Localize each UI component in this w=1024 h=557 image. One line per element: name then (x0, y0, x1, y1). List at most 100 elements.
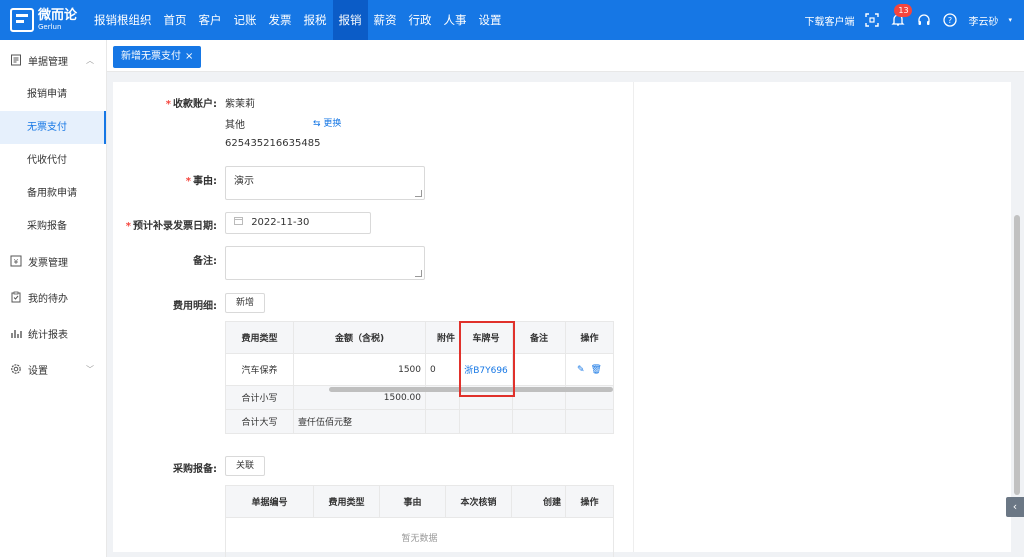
note-label: 备注: (193, 256, 217, 267)
svg-text:¥: ¥ (14, 258, 19, 266)
vertical-scrollbar[interactable] (1014, 215, 1020, 495)
col-header: 费用类型 (225, 321, 294, 354)
nav-invoice[interactable]: 发票 (263, 0, 298, 40)
sidebar-item-purchase-report[interactable]: 采购报备 (0, 210, 106, 243)
cell-amount[interactable]: 1500 (293, 353, 426, 386)
account-name: 紫茉莉 (225, 99, 255, 110)
sidebar-group-todo[interactable]: 我的待办 (0, 279, 106, 315)
swap-icon: ⇆ (313, 119, 324, 129)
fullscreen-icon[interactable] (864, 12, 880, 28)
cell-expense-type[interactable]: 汽车保养 (225, 353, 294, 386)
nav-admin[interactable]: 行政 (403, 0, 438, 40)
headset-icon[interactable] (916, 12, 932, 28)
yen-icon: ¥ (10, 255, 22, 267)
cell-attachment[interactable]: 0 (425, 353, 460, 386)
sidebar-group-invoice[interactable]: ¥ 发票管理 (0, 243, 106, 279)
col-header: 创建 (511, 485, 566, 518)
chevron-left-icon[interactable]: ‹ (1006, 497, 1024, 517)
sidebar-item-reserve-apply[interactable]: 备用款申请 (0, 177, 106, 210)
sidebar-group-settings[interactable]: 设置 ﹀ (0, 351, 106, 387)
col-header: 金额（含税) (293, 321, 426, 354)
download-client-link[interactable]: 下载客户端 (804, 13, 854, 28)
top-bar: 微而论 Gerlun 报销根组织 首页 客户 记账 发票 报税 报销 薪资 行政… (0, 0, 1024, 40)
date-label: * 预计补录发票日期: (125, 221, 217, 232)
top-right: 下载客户端 13 ? 李云砂 ▾ (804, 0, 1024, 40)
calendar-icon (234, 217, 246, 228)
date-picker[interactable]: 2022-11-30 (225, 212, 371, 234)
chevron-down-icon: ﹀ (86, 364, 94, 374)
brand-name: 微而论 (38, 8, 78, 23)
panel-divider (633, 82, 634, 552)
subtotal-label: 合计小写 (225, 385, 294, 410)
detail-label: 费用明细: (173, 301, 217, 312)
nav-org[interactable]: 报销根组织 (88, 0, 158, 40)
total-row: 合计大写 壹仟伍佰元整 (225, 409, 614, 434)
col-header: 费用类型 (313, 485, 380, 518)
form-panel: * 收款账户: 紫茉莉 其他 ⇆ 更换 625435216635485 * 事由: … (113, 82, 1011, 557)
account-type: 其他 (225, 120, 245, 131)
col-header: 单据编号 (225, 485, 314, 518)
account-label: * 收款账户: (165, 99, 217, 110)
sidebar: 单据管理 ︿ 报销申请 无票支付 代收代付 备用款申请 采购报备 ¥ 发票管理 … (0, 40, 107, 557)
col-header: 备注 (512, 321, 566, 354)
svg-text:?: ? (948, 16, 952, 25)
col-header: 操作 (565, 485, 614, 518)
clipboard-icon (10, 291, 22, 303)
gear-icon (10, 363, 22, 375)
edit-icon[interactable]: ✎ (577, 365, 585, 375)
chevron-up-icon: ︿ (86, 55, 94, 65)
purchase-report-table: 单据编号 费用类型 事由 本次核销 创建 操作 暂无数据 (225, 485, 614, 557)
col-header: 事由 (379, 485, 446, 518)
nav-hr[interactable]: 人事 (438, 0, 473, 40)
sidebar-item-reimburse-apply[interactable]: 报销申请 (0, 78, 106, 111)
sidebar-item-no-invoice-pay[interactable]: 无票支付 (0, 111, 106, 144)
help-icon[interactable]: ? (942, 12, 958, 28)
expense-detail-table: 费用类型 金额（含税) 附件 车牌号 备注 操作 汽车保养 1500 0 浙B7… (225, 321, 614, 434)
col-header: 附件 (425, 321, 460, 354)
brand-name-en: Gerlun (38, 23, 62, 31)
cell-actions: ✎ 🗑 (565, 353, 614, 386)
table-header-row: 单据编号 费用类型 事由 本次核销 创建 操作 (225, 485, 614, 518)
close-icon[interactable]: × (185, 51, 193, 62)
purchase-label: 采购报备: (173, 464, 217, 475)
bar-chart-icon (10, 327, 22, 339)
nav-settings[interactable]: 设置 (473, 0, 508, 40)
logo-icon (10, 8, 34, 32)
sidebar-group-documents[interactable]: 单据管理 ︿ (0, 42, 106, 78)
notification-badge: 13 (894, 4, 913, 17)
main-nav: 报销根组织 首页 客户 记账 发票 报税 报销 薪资 行政 人事 设置 (88, 0, 508, 40)
account-number: 625435216635485 (225, 138, 321, 149)
table-header-row: 费用类型 金额（含税) 附件 车牌号 备注 操作 (225, 321, 614, 354)
change-account-link[interactable]: ⇆ 更换 (313, 116, 341, 129)
add-detail-button[interactable]: 新增 (225, 293, 266, 313)
empty-row: 暂无数据 (225, 517, 614, 557)
delete-icon[interactable]: 🗑 (591, 365, 602, 375)
empty-text: 暂无数据 (225, 517, 614, 557)
reason-label: * 事由: (185, 176, 217, 187)
tab-bar: 新增无票支付 × (107, 40, 1024, 72)
sidebar-group-reports[interactable]: 统计报表 (0, 315, 106, 351)
table-row: 汽车保养 1500 0 浙B7Y696 ✎ 🗑 (225, 353, 614, 386)
tab-new-no-invoice-pay[interactable]: 新增无票支付 × (113, 46, 202, 68)
nav-bookkeeping[interactable]: 记账 (228, 0, 263, 40)
total-label: 合计大写 (225, 409, 294, 434)
link-purchase-button[interactable]: 关联 (225, 456, 266, 476)
nav-tax[interactable]: 报税 (298, 0, 333, 40)
sidebar-item-collect-pay[interactable]: 代收代付 (0, 144, 106, 177)
nav-salary[interactable]: 薪资 (368, 0, 403, 40)
user-chevron-icon[interactable]: ▾ (1008, 16, 1012, 24)
col-header: 本次核销 (445, 485, 512, 518)
plate-column-highlight (459, 321, 515, 397)
bell-icon[interactable]: 13 (890, 4, 913, 28)
note-textarea[interactable] (225, 246, 425, 280)
cell-note[interactable] (512, 353, 566, 386)
document-icon (10, 54, 22, 66)
nav-customer[interactable]: 客户 (193, 0, 228, 40)
col-header: 操作 (565, 321, 614, 354)
nav-home[interactable]: 首页 (158, 0, 193, 40)
reason-textarea[interactable]: 演示 (225, 166, 425, 200)
logo[interactable]: 微而论 Gerlun (0, 8, 88, 32)
user-menu[interactable]: 李云砂 (968, 13, 998, 28)
total-value: 壹仟伍佰元整 (293, 409, 426, 434)
nav-reimbursement[interactable]: 报销 (332, 0, 368, 40)
